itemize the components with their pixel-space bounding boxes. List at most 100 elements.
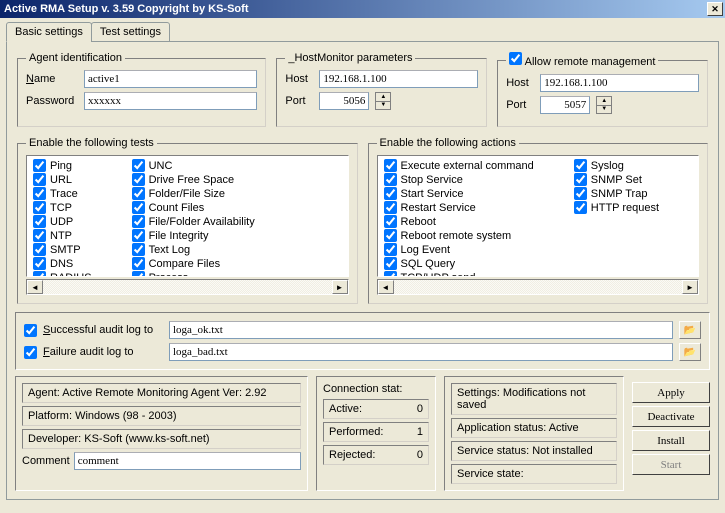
platform-info: Platform: Windows (98 - 2003) — [22, 406, 301, 426]
tab-basic-settings[interactable]: Basic settings — [6, 22, 92, 42]
success-audit-checkbox[interactable] — [24, 324, 37, 337]
rm-host-input[interactable] — [540, 74, 699, 92]
actions-listbox: Execute external command Stop Service Star… — [377, 155, 700, 277]
action-checkbox[interactable] — [384, 215, 397, 228]
rm-port-input[interactable] — [540, 96, 590, 114]
name-input[interactable] — [84, 70, 257, 88]
apply-button[interactable]: Apply — [632, 382, 710, 403]
tab-bar: Basic settings Test settings — [6, 22, 719, 42]
test-checkbox[interactable] — [132, 243, 145, 256]
actions-legend: Enable the following actions — [377, 137, 519, 149]
test-label: Compare Files — [149, 258, 221, 270]
settings-status: Settings: Modifications not saved — [451, 383, 617, 415]
action-checkbox[interactable] — [384, 187, 397, 200]
test-checkbox[interactable] — [132, 159, 145, 172]
scroll-left-icon[interactable]: ◄ — [378, 280, 394, 294]
test-checkbox[interactable] — [132, 173, 145, 186]
browse-success-button[interactable]: 📂 — [679, 321, 701, 339]
test-label: UDP — [50, 216, 73, 228]
test-item: TCP — [33, 201, 92, 214]
action-item: Reboot remote system — [384, 229, 534, 242]
action-label: Reboot remote system — [401, 230, 512, 242]
enable-tests-group: Enable the following tests PingURLTraceT… — [17, 137, 358, 304]
test-label: Ping — [50, 160, 72, 172]
connection-stat-panel: Connection stat: Active:0 Performed:1 Re… — [316, 376, 436, 491]
enable-actions-group: Enable the following actions Execute ext… — [368, 137, 709, 304]
test-checkbox[interactable] — [33, 215, 46, 228]
developer-info: Developer: KS-Soft (www.ks-soft.net) — [22, 429, 301, 449]
action-item: Reboot — [384, 215, 534, 228]
action-checkbox[interactable] — [574, 201, 587, 214]
hm-port-input[interactable] — [319, 92, 369, 110]
scroll-right-icon[interactable]: ► — [332, 280, 348, 294]
close-button[interactable]: ✕ — [707, 2, 723, 16]
test-checkbox[interactable] — [132, 187, 145, 200]
folder-icon: 📂 — [684, 325, 696, 336]
test-label: File/Folder Availability — [149, 216, 255, 228]
deactivate-button[interactable]: Deactivate — [632, 406, 710, 427]
allow-remote-checkbox[interactable] — [509, 52, 522, 65]
failure-audit-input[interactable] — [169, 343, 673, 361]
agent-info: Agent: Active Remote Monitoring Agent Ve… — [22, 383, 301, 403]
test-checkbox[interactable] — [33, 257, 46, 270]
rm-port-label: Port — [506, 99, 534, 111]
action-checkbox[interactable] — [384, 257, 397, 270]
action-checkbox[interactable] — [574, 173, 587, 186]
test-checkbox[interactable] — [132, 271, 145, 277]
action-label: Stop Service — [401, 174, 463, 186]
action-label: Syslog — [591, 160, 624, 172]
test-label: TCP — [50, 202, 72, 214]
test-checkbox[interactable] — [132, 215, 145, 228]
action-checkbox[interactable] — [384, 243, 397, 256]
test-label: UNC — [149, 160, 173, 172]
action-item: Execute external command — [384, 159, 534, 172]
name-label: NNameame — [26, 73, 78, 85]
password-input[interactable] — [84, 92, 257, 110]
actions-scrollbar[interactable]: ◄ ► — [377, 279, 700, 295]
action-checkbox[interactable] — [384, 271, 397, 277]
rm-port-spinner[interactable]: ▲▼ — [596, 96, 612, 114]
comment-input[interactable] — [74, 452, 301, 470]
action-checkbox[interactable] — [384, 229, 397, 242]
scroll-left-icon[interactable]: ◄ — [27, 280, 43, 294]
tab-test-settings[interactable]: Test settings — [91, 22, 170, 42]
test-checkbox[interactable] — [33, 229, 46, 242]
rm-host-label: Host — [506, 77, 534, 89]
browse-failure-button[interactable]: 📂 — [679, 343, 701, 361]
action-checkbox[interactable] — [574, 159, 587, 172]
action-checkbox[interactable] — [384, 201, 397, 214]
test-checkbox[interactable] — [33, 173, 46, 186]
test-checkbox[interactable] — [33, 187, 46, 200]
stat-legend: Connection stat: — [323, 381, 429, 399]
install-button[interactable]: Install — [632, 430, 710, 451]
scroll-right-icon[interactable]: ► — [682, 280, 698, 294]
action-label: Reboot — [401, 216, 436, 228]
active-value: 0 — [417, 403, 423, 415]
action-label: Log Event — [401, 244, 451, 256]
action-item: Log Event — [384, 243, 534, 256]
test-checkbox[interactable] — [33, 243, 46, 256]
failure-audit-checkbox[interactable] — [24, 346, 37, 359]
hm-host-label: Host — [285, 73, 313, 85]
test-label: URL — [50, 174, 72, 186]
action-label: Start Service — [401, 188, 464, 200]
test-checkbox[interactable] — [132, 201, 145, 214]
folder-icon: 📂 — [684, 347, 696, 358]
test-item: DNS — [33, 257, 92, 270]
test-label: Drive Free Space — [149, 174, 235, 186]
hm-port-label: Port — [285, 95, 313, 107]
test-checkbox[interactable] — [33, 271, 46, 277]
test-checkbox[interactable] — [33, 201, 46, 214]
action-checkbox[interactable] — [384, 159, 397, 172]
service-state: Service state: — [451, 464, 617, 484]
test-checkbox[interactable] — [132, 229, 145, 242]
hm-host-input[interactable] — [319, 70, 478, 88]
hm-port-spinner[interactable]: ▲▼ — [375, 92, 391, 110]
test-checkbox[interactable] — [33, 159, 46, 172]
tests-scrollbar[interactable]: ◄ ► — [26, 279, 349, 295]
test-checkbox[interactable] — [132, 257, 145, 270]
action-checkbox[interactable] — [574, 187, 587, 200]
hostmonitor-group: _HostMonitor parameters Host Port ▲▼ — [276, 52, 487, 127]
success-audit-input[interactable] — [169, 321, 673, 339]
action-checkbox[interactable] — [384, 173, 397, 186]
